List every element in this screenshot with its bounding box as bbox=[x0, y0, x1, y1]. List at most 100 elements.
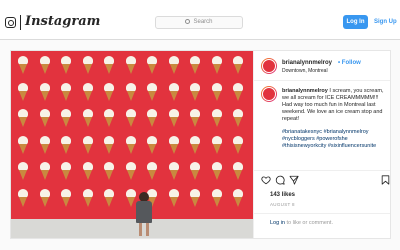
bookmark-icon[interactable] bbox=[381, 175, 390, 185]
heart-icon[interactable] bbox=[261, 175, 271, 185]
person-legs bbox=[139, 223, 149, 236]
ice-cream-cone bbox=[61, 188, 71, 207]
ice-cream-cone bbox=[168, 56, 179, 74]
ice-cream-cone bbox=[18, 188, 28, 207]
ice-cream-cone bbox=[18, 82, 28, 101]
sidewalk bbox=[11, 219, 253, 238]
ice-cream-cone bbox=[190, 135, 200, 154]
search-icon bbox=[185, 19, 191, 24]
ice-cream-cone bbox=[168, 188, 179, 207]
ice-cream-cone bbox=[61, 135, 71, 154]
ice-cream-cone bbox=[39, 162, 50, 180]
search-placeholder: Search bbox=[193, 19, 213, 25]
ice-cream-cone bbox=[168, 135, 179, 154]
ice-cream-cone bbox=[61, 56, 71, 74]
ice-cream-cone bbox=[18, 109, 28, 127]
ice-cream-cone bbox=[168, 162, 179, 180]
divider bbox=[254, 213, 390, 214]
ice-cream-cone bbox=[18, 135, 28, 154]
ice-cream-cone bbox=[233, 82, 243, 101]
ice-cream-cone bbox=[125, 162, 136, 180]
ice-cream-cone bbox=[104, 135, 114, 154]
divider bbox=[254, 80, 390, 81]
login-prompt-text: to like or comment. bbox=[286, 220, 333, 226]
ice-cream-cone bbox=[147, 162, 157, 180]
likes-count[interactable]: 143 likes bbox=[270, 192, 295, 198]
ice-cream-cone bbox=[18, 162, 28, 180]
comment-icon[interactable] bbox=[275, 175, 285, 185]
post-username[interactable]: brianalynnmelroy bbox=[282, 60, 332, 66]
ice-cream-cone bbox=[190, 109, 200, 127]
ice-cream-cone bbox=[125, 109, 136, 127]
divider bbox=[254, 170, 390, 171]
post-sidebar: brianalynnmelroy • Follow Downtown, Mont… bbox=[253, 51, 390, 238]
ice-cream-cone bbox=[82, 135, 93, 154]
ice-cream-cone bbox=[104, 162, 114, 180]
ice-cream-cone bbox=[39, 135, 50, 154]
share-icon[interactable] bbox=[289, 175, 299, 185]
instagram-logo[interactable]: Instagram bbox=[25, 14, 100, 30]
caption-username[interactable]: brianalynnmelroy bbox=[282, 88, 328, 94]
ice-cream-wall bbox=[11, 51, 253, 219]
top-nav: Instagram Search Log In Sign Up bbox=[0, 0, 400, 40]
ice-cream-cone bbox=[39, 82, 50, 101]
ice-cream-cone bbox=[104, 82, 114, 101]
ice-cream-cone bbox=[61, 162, 71, 180]
post-caption: brianalynnmelroy I scream, you scream, w… bbox=[282, 88, 386, 123]
ice-cream-cone bbox=[82, 82, 93, 101]
nav-divider bbox=[20, 15, 21, 30]
post-date: AUGUST 8 bbox=[270, 202, 295, 207]
ice-cream-cone bbox=[233, 56, 243, 74]
ice-cream-cone bbox=[190, 188, 200, 207]
signup-link[interactable]: Sign Up bbox=[374, 15, 397, 29]
ice-cream-cone bbox=[147, 56, 157, 74]
ice-cream-cone bbox=[61, 109, 71, 127]
ice-cream-cone bbox=[104, 188, 114, 207]
post-location[interactable]: Downtown, Montreal bbox=[282, 68, 328, 74]
ice-cream-cone bbox=[125, 56, 136, 74]
ice-cream-cone bbox=[104, 109, 114, 127]
ice-cream-cone bbox=[82, 162, 93, 180]
caption-avatar[interactable] bbox=[261, 86, 277, 102]
login-button[interactable]: Log In bbox=[343, 15, 368, 29]
ice-cream-cone bbox=[233, 135, 243, 154]
avatar[interactable] bbox=[261, 58, 277, 74]
ice-cream-cone bbox=[211, 162, 222, 180]
ice-cream-cone bbox=[39, 109, 50, 127]
follow-label: Follow bbox=[341, 60, 361, 66]
ice-cream-cone bbox=[18, 56, 28, 74]
ice-cream-cone bbox=[211, 135, 222, 154]
ice-cream-cone bbox=[211, 109, 222, 127]
login-prompt: Log in to like or comment. bbox=[270, 220, 333, 226]
ice-cream-cone bbox=[104, 56, 114, 74]
ice-cream-cone bbox=[233, 109, 243, 127]
ice-cream-cone bbox=[147, 82, 157, 101]
ice-cream-cone bbox=[125, 135, 136, 154]
camera-icon[interactable] bbox=[5, 17, 16, 28]
ice-cream-cone bbox=[82, 56, 93, 74]
ice-cream-cone bbox=[168, 82, 179, 101]
ice-cream-cone bbox=[147, 135, 157, 154]
person-figure bbox=[133, 192, 155, 237]
post-photo[interactable] bbox=[11, 51, 253, 238]
ice-cream-cone bbox=[233, 188, 243, 207]
login-link[interactable]: Log in bbox=[270, 220, 285, 226]
ice-cream-cone bbox=[61, 82, 71, 101]
caption-hashtags[interactable]: #brianatakesnyc #brianalynnmelroy #nycbl… bbox=[282, 129, 376, 149]
ice-cream-cone bbox=[82, 188, 93, 207]
ice-cream-cone bbox=[168, 109, 179, 127]
ice-cream-cone bbox=[211, 56, 222, 74]
follow-button[interactable]: • Follow bbox=[338, 60, 361, 66]
ice-cream-cone bbox=[39, 188, 50, 207]
ice-cream-cone bbox=[39, 56, 50, 74]
ice-cream-cone bbox=[211, 82, 222, 101]
ice-cream-cone bbox=[190, 56, 200, 74]
person-body bbox=[136, 201, 152, 223]
ice-cream-cone bbox=[233, 162, 243, 180]
hashtag-block: #brianatakesnyc #brianalynnmelroy #nycbl… bbox=[282, 129, 386, 150]
search-input[interactable]: Search bbox=[155, 16, 243, 29]
ice-cream-cone bbox=[82, 109, 93, 127]
post-card: brianalynnmelroy • Follow Downtown, Mont… bbox=[10, 50, 391, 239]
ice-cream-cone bbox=[147, 109, 157, 127]
ice-cream-cone bbox=[211, 188, 222, 207]
